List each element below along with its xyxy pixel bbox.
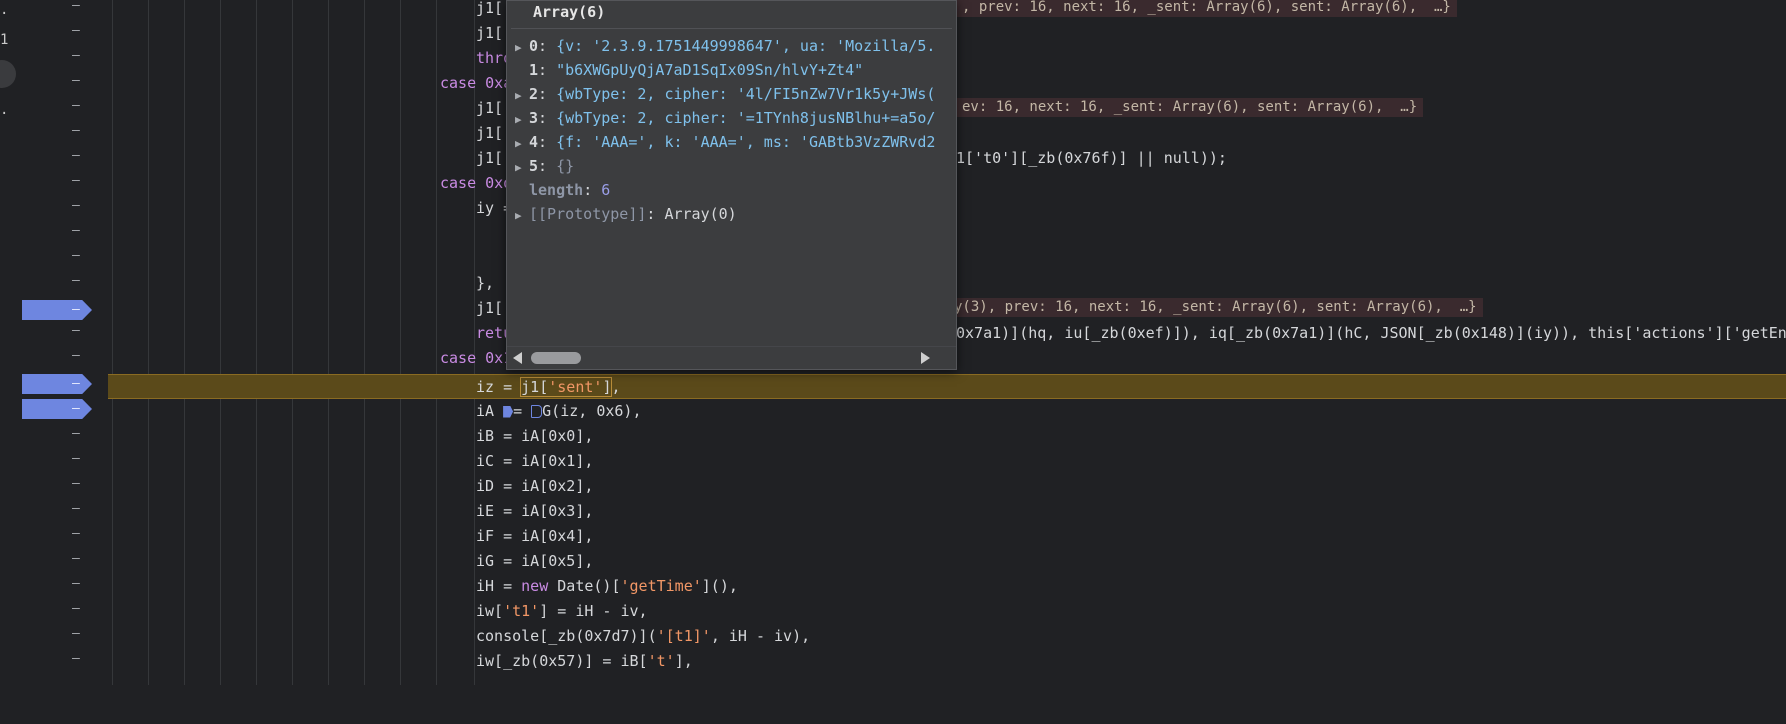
code-text: }, xyxy=(476,274,495,292)
code-text: iz = j1['sent'], xyxy=(476,377,621,397)
gutter-dash: – xyxy=(72,98,80,113)
gutter-dash: – xyxy=(72,348,80,363)
gutter-dash: – xyxy=(72,198,80,213)
line-gutter[interactable]: . 1 . xyxy=(0,0,108,685)
scroll-left-icon[interactable] xyxy=(513,352,522,364)
gutter-dash: – xyxy=(72,73,80,88)
code-text-right: 0x7a1)](hq, iu[_zb(0xef)]), iq[_zb(0x7a1… xyxy=(956,324,1786,342)
gutter-mark: . xyxy=(0,102,9,118)
gutter-circle-button[interactable] xyxy=(0,60,16,88)
code-line[interactable]: iE = iA[0x3], xyxy=(108,499,1786,524)
code-text: iw['t1'] = iH - iv, xyxy=(476,602,648,620)
gutter-dash: – xyxy=(72,0,80,13)
code-text: j1[ xyxy=(476,299,504,317)
horizontal-scrollbar[interactable] xyxy=(507,346,956,369)
code-text: case 0xd xyxy=(440,174,513,192)
code-line[interactable]: iA = G(iz, 0x6), xyxy=(108,399,1786,424)
scroll-right-icon[interactable] xyxy=(921,352,930,364)
popover-divider xyxy=(511,28,952,29)
expand-triangle-icon[interactable]: ▶ xyxy=(515,108,529,130)
execution-hint-icon[interactable] xyxy=(531,405,543,418)
code-text: iC = iA[0x1], xyxy=(476,452,594,470)
gutter-mark: . xyxy=(0,2,9,18)
current-execution-line[interactable]: iz = j1['sent'], xyxy=(108,374,1786,399)
array-prototype[interactable]: ▶ [[Prototype]]: Array(0) xyxy=(515,202,955,226)
code-line[interactable]: iB = iA[0x0], xyxy=(108,424,1786,449)
array-entry[interactable]: ▶ 4: {f: 'AAA=', k: 'AAA=', ms: 'GABtb3Vz… xyxy=(515,130,955,154)
code-line[interactable]: iH = new Date()['getTime'](), xyxy=(108,574,1786,599)
gutter-dash: – xyxy=(72,148,80,163)
gutter-dash: – xyxy=(72,248,80,263)
code-text: iG = iA[0x5], xyxy=(476,552,594,570)
expand-triangle-icon[interactable]: ▶ xyxy=(515,84,529,106)
code-text: iA = G(iz, 0x6), xyxy=(476,402,642,420)
code-line[interactable]: iw['t1'] = iH - iv, xyxy=(108,599,1786,624)
gutter-dash: – xyxy=(72,601,80,616)
gutter-dash: – xyxy=(72,501,80,516)
code-line[interactable]: iw[_zb(0x57)] = iB['t'], xyxy=(108,649,1786,674)
gutter-dash: – xyxy=(72,626,80,641)
code-text: iF = iA[0x4], xyxy=(476,527,594,545)
inline-value-preview[interactable]: , prev: 16, next: 16, _sent: Array(6), s… xyxy=(956,0,1457,17)
array-entry[interactable]: ▶ 2: {wbType: 2, cipher: '4l/FI5nZw7Vr1k5… xyxy=(515,82,955,106)
gutter-dash: – xyxy=(72,426,80,441)
code-text: iw[_zb(0x57)] = iB['t'], xyxy=(476,652,693,670)
gutter-dash: – xyxy=(72,223,80,238)
gutter-dash: – xyxy=(72,576,80,591)
execution-hint-icon[interactable] xyxy=(503,405,514,418)
expand-triangle-icon[interactable]: ▶ xyxy=(515,36,529,58)
code-line[interactable]: iG = iA[0x5], xyxy=(108,549,1786,574)
array-entry[interactable]: ▶ 5: {} xyxy=(515,154,955,178)
inline-value-preview[interactable]: ev: 16, next: 16, _sent: Array(6), sent:… xyxy=(956,98,1424,117)
gutter-dash: – xyxy=(72,23,80,38)
gutter-dash: – xyxy=(72,476,80,491)
expand-triangle-icon[interactable]: ▶ xyxy=(515,132,529,154)
gutter-dash: – xyxy=(72,551,80,566)
gutter-dash: – xyxy=(72,323,80,338)
array-entry[interactable]: ▶ 0: {v: '2.3.9.1751449998647', ua: 'Mozi… xyxy=(515,34,955,58)
breakpoint-marker[interactable]: – xyxy=(22,399,92,419)
breakpoint-marker[interactable]: – xyxy=(22,374,92,394)
code-text: j1[ xyxy=(476,24,504,42)
code-line[interactable]: iD = iA[0x2], xyxy=(108,474,1786,499)
expand-triangle-icon[interactable]: ▶ xyxy=(515,204,529,226)
gutter-mark: 1 xyxy=(0,32,9,48)
popover-title: Array(6) xyxy=(533,3,606,21)
code-line[interactable]: iF = iA[0x4], xyxy=(108,524,1786,549)
highlighted-token: j1['sent'] xyxy=(520,377,613,397)
array-entry[interactable]: 1: "b6XWGpUyQjA7aD1SqIx09Sn/hlvY+Zt4" xyxy=(515,58,955,82)
expand-triangle-icon[interactable]: ▶ xyxy=(515,156,529,178)
code-text: iD = iA[0x2], xyxy=(476,477,594,495)
array-entry[interactable]: ▶ 3: {wbType: 2, cipher: '=1TYnh8jusNBlhu… xyxy=(515,106,955,130)
code-text: case 0xa xyxy=(440,74,513,92)
code-text: iB = iA[0x0], xyxy=(476,427,594,445)
breakpoint-marker[interactable]: – xyxy=(22,300,92,320)
code-text: j1[ xyxy=(476,124,504,142)
variable-inspector-popover[interactable]: Array(6) ▶ 0: {v: '2.3.9.1751449998647', … xyxy=(506,0,957,370)
code-line[interactable]: iC = iA[0x1], xyxy=(108,449,1786,474)
gutter-dash: – xyxy=(72,273,80,288)
gutter-dash: – xyxy=(72,526,80,541)
gutter-dash: – xyxy=(72,48,80,63)
code-line[interactable]: console[_zb(0x7d7)]('[t1]', iH - iv), xyxy=(108,624,1786,649)
gutter-dash: – xyxy=(72,451,80,466)
gutter-dash: – xyxy=(72,173,80,188)
code-text: j1[ xyxy=(476,0,504,17)
code-text: case 0x1 xyxy=(440,349,513,367)
code-text: iH = new Date()['getTime'](), xyxy=(476,577,738,595)
code-text: iE = iA[0x3], xyxy=(476,502,594,520)
code-text-right: 1['t0'][_zb(0x76f)] || null)); xyxy=(956,149,1227,167)
scrollbar-thumb[interactable] xyxy=(531,352,581,364)
code-text: console[_zb(0x7d7)]('[t1]', iH - iv), xyxy=(476,627,811,645)
inline-value-preview[interactable]: y(3), prev: 16, next: 16, _sent: Array(6… xyxy=(948,298,1483,317)
gutter-dash: – xyxy=(72,123,80,138)
gutter-dash: – xyxy=(72,651,80,666)
array-length: length: 6 xyxy=(529,181,611,199)
